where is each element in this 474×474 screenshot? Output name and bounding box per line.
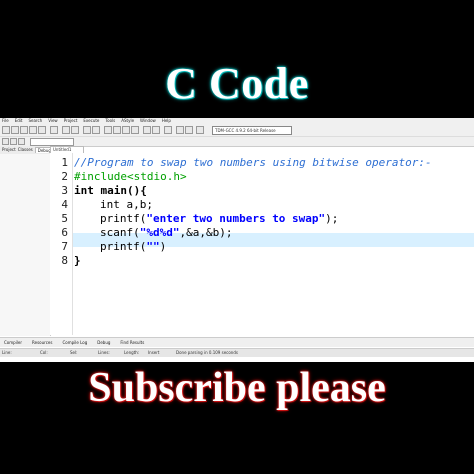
line-number: 7 [61,240,68,253]
tab-compiler[interactable]: Compiler [4,338,22,347]
status-length: Length: [124,350,140,355]
bottom-title: Subscribe please [88,365,386,411]
status-col: Col: [40,350,48,355]
stop-icon[interactable] [152,126,160,134]
save-icon[interactable] [20,126,28,134]
project-icon[interactable] [176,126,184,134]
redo-icon[interactable] [71,126,79,134]
tab-compile-log[interactable]: Compile Log [62,338,87,347]
find-icon[interactable] [83,126,91,134]
replace-icon[interactable] [92,126,100,134]
ide-window: File Edit Search View Project Execute To… [0,118,474,362]
code-line-1: //Program to swap two numbers using bitw… [74,156,432,169]
status-bar: Line: Col: Sel: Lines: Length: Insert Do… [0,348,474,357]
print-icon[interactable] [50,126,58,134]
goto-icon[interactable] [18,138,25,145]
code-line-8: } [74,254,81,267]
run-icon[interactable] [113,126,121,134]
code-line-2: #include<stdio.h> [74,170,187,183]
compile-run-icon[interactable] [122,126,130,134]
open-file-icon[interactable] [11,126,19,134]
tab-find-results[interactable]: Find Results [120,338,144,347]
project-panel-tabs: Project Classes Debug [0,146,54,154]
line-number: 5 [61,212,68,225]
tab-resources[interactable]: Resources [32,338,52,347]
tab-classes[interactable]: Classes [18,147,33,153]
project-panel: Project Classes Debug [0,146,54,336]
code-line-4: int a,b; [100,198,153,211]
rebuild-icon[interactable] [131,126,139,134]
globals-icon[interactable] [2,138,9,145]
line-gutter: 1 2 3 4 5 6 7 8 [50,153,73,335]
new-file-icon[interactable] [2,126,10,134]
line-number: 4 [61,198,68,211]
bottom-panel-tabs: Compiler Resources Compile Log Debug Fin… [0,337,474,347]
status-message: Done parsing in 0.109 seconds [176,350,238,355]
code-line-5: printf("enter two numbers to swap"); [100,212,339,225]
code-line-6: scanf("%d%d",&a,&b); [100,226,233,239]
status-mode: Insert [148,350,160,355]
toolbar: TDM-GCC 4.9.2 64-bit Release [0,124,474,137]
help-icon[interactable] [196,126,204,134]
debug-icon[interactable] [143,126,151,134]
compile-icon[interactable] [104,126,112,134]
close-file-icon[interactable] [38,126,46,134]
status-line: Line: [2,350,12,355]
code-line-7: printf("") [100,240,167,253]
bookmark-icon[interactable] [10,138,17,145]
code-line-3: int main(){ [74,184,147,197]
top-title: C Code [165,59,309,108]
tab-project[interactable]: Project [2,147,16,153]
chart-icon[interactable] [164,126,172,134]
class-icon[interactable] [185,126,193,134]
line-number: 8 [61,254,68,267]
line-number: 3 [61,184,68,197]
line-number: 2 [61,170,68,183]
line-number: 1 [61,156,68,169]
globals-select[interactable] [30,138,74,146]
compiler-select[interactable]: TDM-GCC 4.9.2 64-bit Release [212,126,292,135]
save-all-icon[interactable] [29,126,37,134]
undo-icon[interactable] [62,126,70,134]
status-lines: Lines: [98,350,110,355]
code-editor[interactable]: 1 2 3 4 5 6 7 8 //Program to swap two nu… [50,153,474,335]
tab-debug-output[interactable]: Debug [97,338,110,347]
line-number: 6 [61,226,68,239]
status-sel: Sel: [70,350,78,355]
